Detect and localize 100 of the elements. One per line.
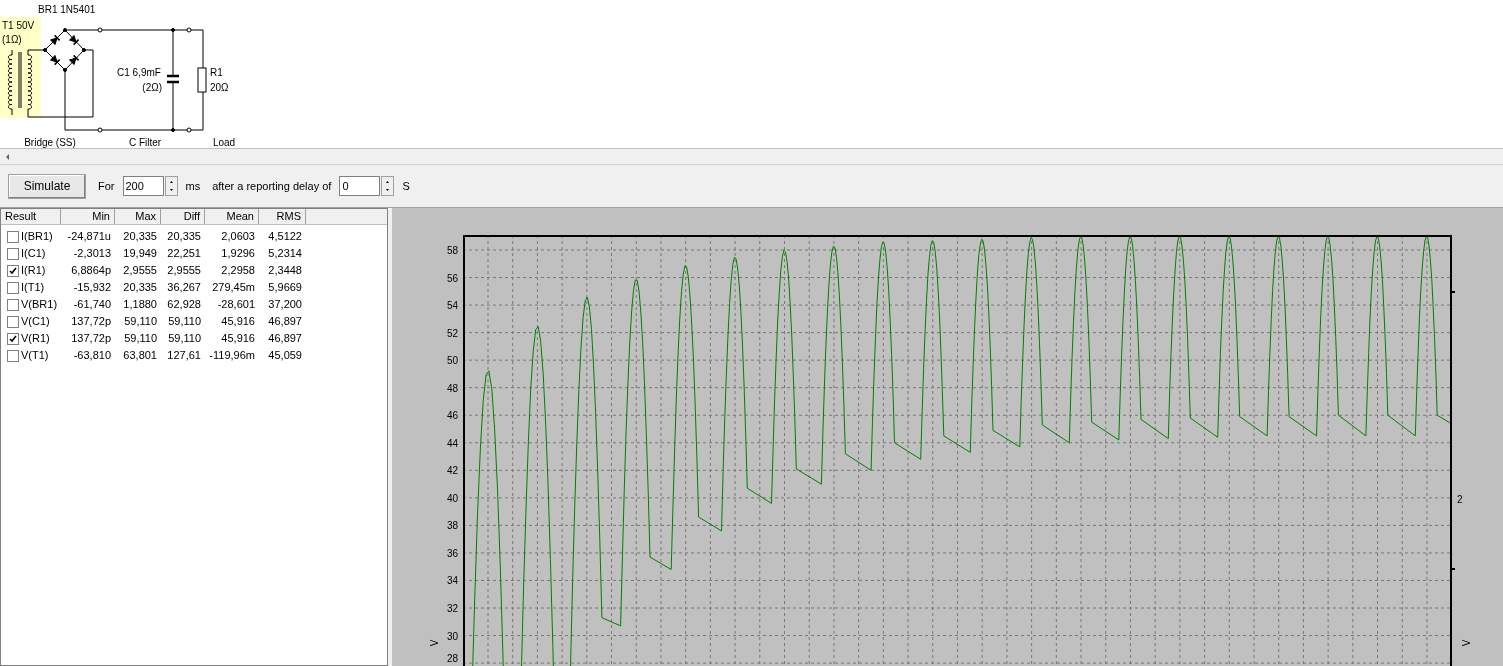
duration-field[interactable]: 200 <box>122 176 164 196</box>
table-cell-text: -28,601 <box>216 297 256 313</box>
table-cell-text: 46,897 <box>267 314 303 330</box>
checkbox[interactable] <box>7 315 19 328</box>
table-cell-text: 63,801 <box>122 348 158 364</box>
column-header[interactable]: Result <box>1 209 61 224</box>
table-cell-text: -63,810 <box>72 348 112 364</box>
checkbox[interactable] <box>7 332 19 345</box>
y-tick-label: 30 <box>446 630 458 642</box>
column-header[interactable]: Min <box>61 209 115 224</box>
table-cell-text: 45,059 <box>267 348 303 364</box>
y-tick-label: 46 <box>446 410 458 422</box>
y-tick-label: 48 <box>446 382 458 394</box>
table-cell-text: 45,916 <box>220 314 256 330</box>
y-tick-label: 52 <box>446 327 458 339</box>
delay-label: after a reporting delay of <box>212 178 332 194</box>
table-cell-text: -15,932 <box>72 280 112 296</box>
table-cell-text: 5,9669 <box>267 280 303 296</box>
table-cell-text: 137,72p <box>70 331 112 347</box>
y-axis-label: V <box>429 639 440 647</box>
table-cell-text: 2,9555 <box>122 263 158 279</box>
table-cell-text: 46,897 <box>267 331 303 347</box>
y-tick-label: 56 <box>446 272 458 284</box>
component-value: (2Ω) <box>142 82 162 93</box>
table-cell-text: -2,3013 <box>72 246 112 262</box>
table-cell-text: 4,5122 <box>267 229 303 245</box>
table-cell-text: V(BR1) <box>21 297 58 313</box>
table-cell-text: 37,200 <box>267 297 303 313</box>
table-cell-text: 1,1880 <box>122 297 158 313</box>
column-header[interactable]: RMS <box>259 209 306 224</box>
table-cell-text: I(BR1) <box>21 229 53 245</box>
table-cell-text: 59,110 <box>167 314 202 330</box>
for-label: For <box>98 178 115 194</box>
table-cell-text: -24,871u <box>66 229 112 245</box>
column-header[interactable]: Mean <box>205 209 259 224</box>
table-cell-text: I(T1) <box>21 280 45 296</box>
checkmark-icon <box>9 266 17 275</box>
y-tick-label: 36 <box>446 547 458 559</box>
y-tick-label: 44 <box>446 437 458 449</box>
column-header[interactable]: Max <box>115 209 161 224</box>
checkbox[interactable] <box>7 230 19 243</box>
checkbox[interactable] <box>7 264 19 277</box>
component-label: T1 50V <box>2 20 35 31</box>
table-cell-text: 19,949 <box>122 246 158 262</box>
y-tick-label: 32 <box>446 603 458 614</box>
table-cell-text: 2,3448 <box>267 263 303 279</box>
table-cell-text: I(C1) <box>21 246 46 262</box>
component-value: 20Ω <box>210 82 229 93</box>
table-cell-text: V(R1) <box>21 331 50 347</box>
stage-label: C Filter <box>128 137 162 148</box>
component-label: C1 6,9mF <box>117 67 161 78</box>
y-tick-label: 42 <box>446 465 458 477</box>
table-cell-text: 59,110 <box>167 331 202 347</box>
spinner[interactable] <box>164 176 178 196</box>
y-tick-label: 28 <box>446 653 458 664</box>
stage-label: Load <box>212 137 236 148</box>
table-cell-text: -61,740 <box>72 297 112 313</box>
table-cell-text: 45,916 <box>220 331 256 347</box>
checkbox[interactable] <box>7 247 19 260</box>
table-cell-text: 59,110 <box>123 331 158 347</box>
spinner[interactable] <box>381 176 395 196</box>
table-cell-text: 20,335 <box>122 229 158 245</box>
y-tick-label: 2 <box>1457 494 1463 505</box>
table-cell-text: 20,335 <box>166 229 202 245</box>
y-tick-label: 34 <box>446 575 458 587</box>
table-cell-text: 2,9555 <box>166 263 202 279</box>
table-cell-text: 5,2314 <box>267 246 303 262</box>
column-header[interactable]: Diff <box>161 209 205 224</box>
y-axis-label: V <box>1461 639 1472 647</box>
table-cell-text: 59,110 <box>123 314 158 330</box>
y-tick-label: 50 <box>446 355 458 367</box>
table-cell-text: V(C1) <box>21 314 50 330</box>
table-cell-text: 6,8864p <box>70 263 112 279</box>
unit-label: ms <box>185 178 201 194</box>
component-label: BR1 1N5401 <box>38 4 96 15</box>
component-label: R1 <box>210 67 223 78</box>
y-tick-label: 58 <box>446 245 458 256</box>
stage-label: Bridge (SS) <box>24 137 76 148</box>
table-cell-text: 20,335 <box>122 280 158 296</box>
table-cell-text: V(T1) <box>21 348 49 364</box>
table-cell-text: -119,96m <box>208 348 256 364</box>
checkbox[interactable] <box>7 298 19 311</box>
checkmark-icon <box>9 334 17 343</box>
table-cell-text: 127,61 <box>166 348 202 364</box>
table-cell-text: I(R1) <box>21 263 46 279</box>
table-cell-text: 2,0603 <box>220 229 256 245</box>
table-cell-text: 1,9296 <box>220 246 256 262</box>
table-cell-text: 62,928 <box>166 297 202 313</box>
table-cell-text: 137,72p <box>70 314 112 330</box>
y-tick-label: 38 <box>446 520 458 532</box>
table-cell-text: 279,45m <box>211 280 256 296</box>
table-cell-text: 22,251 <box>166 246 202 262</box>
y-tick-label: 54 <box>446 300 458 312</box>
simulate-button[interactable]: Simulate <box>8 173 86 199</box>
unit-label: S <box>402 178 410 194</box>
y-tick-label: 40 <box>446 492 458 504</box>
checkbox[interactable] <box>7 349 19 362</box>
delay-field[interactable]: 0 <box>339 176 381 196</box>
checkbox[interactable] <box>7 281 19 294</box>
table-cell-text: 36,267 <box>166 280 202 296</box>
